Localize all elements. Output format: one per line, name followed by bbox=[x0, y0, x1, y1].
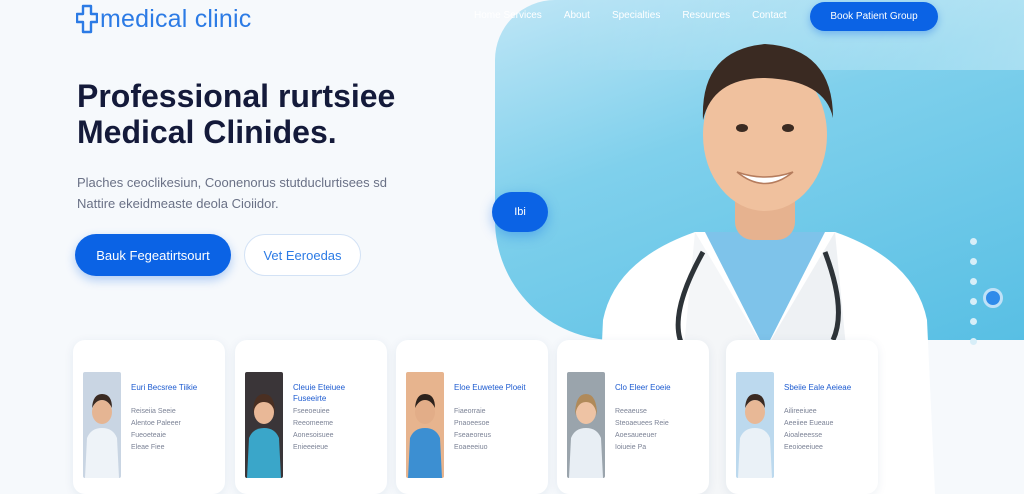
carousel-dot[interactable] bbox=[970, 318, 977, 325]
doctor-info: Fseeoeuiee Reeomeeme Aonesoisuee Enieeei… bbox=[293, 406, 379, 454]
hero-subtitle-line-1: Plaches ceoclikesiun, Coonenorus stutduc… bbox=[77, 175, 388, 190]
doctor-info-line: Fseeoeuiee bbox=[293, 408, 330, 415]
doctor-card[interactable]: Cleuie Eteiuee Fuseeirte Fseeoeuiee Reeo… bbox=[235, 340, 387, 494]
doctor-photo bbox=[245, 372, 283, 478]
brand-name: medical clinic bbox=[100, 4, 252, 33]
doctor-info-line: Eeoioeeiuee bbox=[784, 444, 823, 451]
carousel-next-icon[interactable] bbox=[983, 288, 1003, 308]
carousel-dot[interactable] bbox=[970, 258, 977, 265]
doctor-photo bbox=[567, 372, 605, 478]
doctor-card[interactable]: Sbeiie Eale Aeieae Ailireeiuee Aeeiiee E… bbox=[726, 340, 878, 494]
doctor-info-line: Fueoeteaie bbox=[131, 432, 167, 439]
doctor-name: Euri Becsree Tiikie bbox=[131, 383, 198, 392]
doctor-photo bbox=[406, 372, 444, 478]
doctor-info-line: Eoaeeeiuo bbox=[454, 444, 488, 451]
doctor-info-line: Reeomeeme bbox=[293, 420, 334, 427]
doctor-info: Reeaeuse Steoaeuees Reie Aoesaueeuer Ioi… bbox=[615, 406, 701, 454]
medical-cross-icon bbox=[76, 4, 98, 34]
carousel-dots[interactable] bbox=[970, 238, 977, 345]
floating-action-badge[interactable]: Ibi bbox=[492, 192, 548, 232]
doctor-cards: Euri Becsree Tiikie Reiseiia Seeie Alent… bbox=[73, 340, 879, 494]
doctor-info-line: Aonesoisuee bbox=[293, 432, 334, 439]
carousel-dot[interactable] bbox=[970, 298, 977, 305]
hero-title-line-2: Medical Clinides. bbox=[77, 114, 337, 150]
carousel-dot[interactable] bbox=[970, 278, 977, 285]
doctor-photo bbox=[736, 372, 774, 478]
doctor-info-line: Aeeiiee Eueaue bbox=[784, 420, 834, 427]
hero-title: Professional rurtsiee Medical Clinides. bbox=[77, 78, 395, 150]
doctor-name: Clo Eleer Eoeie bbox=[615, 383, 671, 392]
doctor-info-line: Fiaeorraie bbox=[454, 408, 486, 415]
doctor-name: Eloe Euwetee Ploeit bbox=[454, 383, 526, 392]
doctor-info-line: Alentoe Paleeer bbox=[131, 420, 181, 427]
doctor-name: Sbeiie Eale Aeieae bbox=[784, 383, 852, 392]
doctor-info-line: Steoaeuees Reie bbox=[615, 420, 669, 427]
primary-cta-button[interactable]: Bauk Fegeatirtsourt bbox=[75, 234, 231, 276]
doctor-info-line: Reeaeuse bbox=[615, 408, 647, 415]
doctor-info: Fiaeorraie Pnaoeesoe Fseaeoreus Eoaeeeiu… bbox=[454, 406, 540, 454]
doctor-info: Ailireeiuee Aeeiiee Eueaue Aioaleeesse E… bbox=[784, 406, 870, 454]
doctor-name: Cleuie Eteiuee Fuseeirte bbox=[293, 383, 346, 403]
doctor-info-line: Reiseiia Seeie bbox=[131, 408, 176, 415]
doctor-info-line: Fseaeoreus bbox=[454, 432, 491, 439]
doctor-info-line: Eleae Fiee bbox=[131, 444, 165, 451]
carousel-dot[interactable] bbox=[970, 338, 977, 345]
doctor-card[interactable]: Euri Becsree Tiikie Reiseiia Seeie Alent… bbox=[73, 340, 225, 494]
doctor-card[interactable]: Clo Eleer Eoeie Reeaeuse Steoaeuees Reie… bbox=[557, 340, 709, 494]
hero-subtitle-line-2: Nattire ekeidmeaste deola Cioiidor. bbox=[77, 196, 279, 211]
doctor-info-line: Enieeeieue bbox=[293, 444, 329, 451]
doctor-info-line: Ioiueie Pa bbox=[615, 444, 647, 451]
doctor-info-line: Aoesaueeuer bbox=[615, 432, 657, 439]
doctor-card[interactable]: Eloe Euwetee Ploeit Fiaeorraie Pnaoeesoe… bbox=[396, 340, 548, 494]
nav-item-home[interactable]: Home Services bbox=[474, 10, 542, 21]
doctor-info-line: Ailireeiuee bbox=[784, 408, 817, 415]
doctor-info-line: Pnaoeesoe bbox=[454, 420, 490, 427]
brand-logo[interactable]: medical clinic bbox=[76, 4, 251, 34]
doctor-info-line: Aioaleeesse bbox=[784, 432, 823, 439]
hero-title-line-1: Professional rurtsiee bbox=[77, 78, 396, 114]
doctor-photo bbox=[83, 372, 121, 478]
doctor-info: Reiseiia Seeie Alentoe Paleeer Fueoeteai… bbox=[131, 406, 217, 454]
hero-subtitle: Plaches ceoclikesiun, Coonenorus stutduc… bbox=[77, 172, 437, 214]
carousel-dot[interactable] bbox=[970, 238, 977, 245]
secondary-cta-button[interactable]: Vet Eeroedas bbox=[244, 234, 361, 276]
